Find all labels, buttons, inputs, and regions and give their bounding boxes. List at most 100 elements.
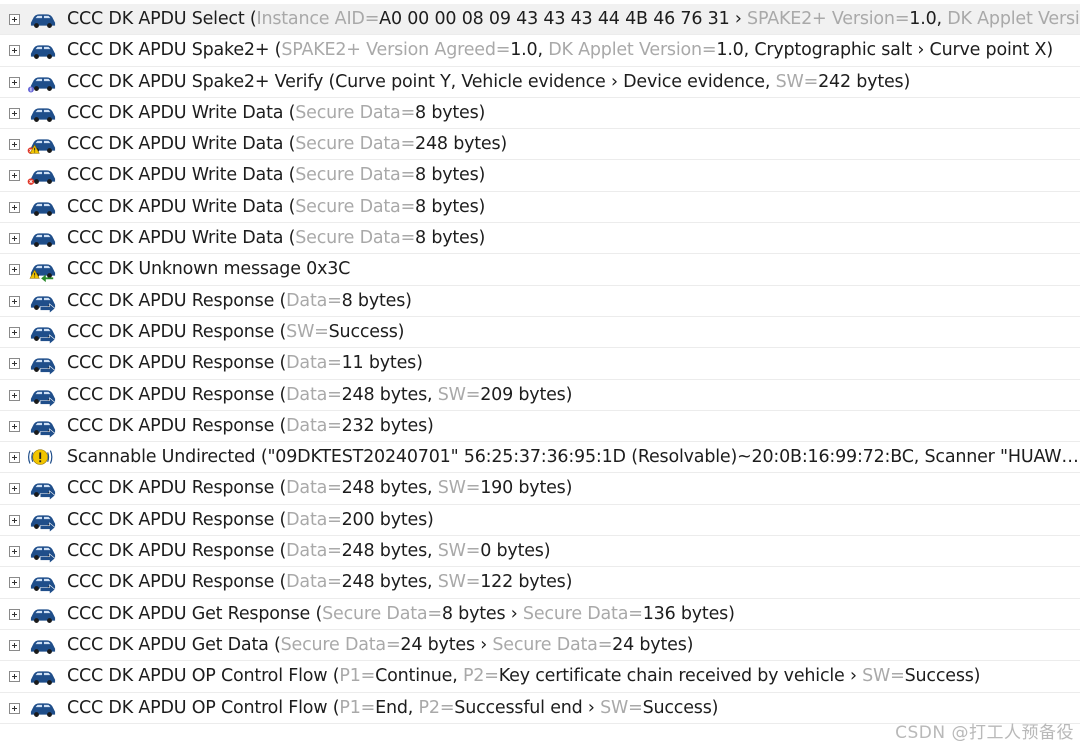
tree-row[interactable]: CCC DK APDU Response (Data=200 bytes) — [0, 505, 1080, 537]
tree-row[interactable]: CCC DK APDU Write Data (Secure Data=8 by… — [0, 98, 1080, 130]
field-label: = — [427, 603, 442, 624]
field-label: = — [360, 697, 376, 718]
field-text: 248 bytes, — [341, 572, 438, 593]
field-label: Secure Data — [295, 165, 401, 186]
field-label: DK Applet Version — [947, 9, 1080, 29]
field-text: 209 bytes) — [480, 384, 573, 405]
row-summary: CCC DK APDU Get Data (Secure Data=24 byt… — [67, 630, 693, 660]
field-label: = — [894, 9, 910, 29]
field-text: 8 bytes) — [415, 196, 486, 217]
field-text: 248 bytes) — [415, 134, 508, 155]
expand-icon[interactable] — [9, 170, 20, 182]
watermark: CSDN @打工人预备役 — [895, 723, 1074, 743]
car-response-icon — [26, 476, 60, 502]
car-icon — [26, 101, 60, 127]
field-text: CCC DK APDU OP Control Flow ( — [67, 666, 340, 687]
expand-icon[interactable] — [9, 702, 20, 714]
expand-icon[interactable] — [9, 608, 20, 620]
field-label: SW — [437, 572, 466, 593]
field-text: 248 bytes, — [341, 478, 438, 499]
expand-icon[interactable] — [9, 514, 20, 526]
tree-row[interactable]: CCC DK Unknown message 0x3C — [0, 254, 1080, 286]
field-text: CCC DK APDU Write Data ( — [67, 102, 296, 123]
tree-row[interactable]: CCC DK APDU Response (Data=248 bytes, SW… — [0, 380, 1080, 411]
field-label: Instance AID — [256, 9, 365, 29]
car-icon — [26, 38, 60, 64]
field-label: Secure Data — [295, 102, 401, 123]
tree-row[interactable]: CCC DK APDU Response (Data=248 bytes, SW… — [0, 567, 1080, 599]
field-text: Key certificate chain received by vehicl… — [498, 666, 863, 687]
car-error-warning-icon — [26, 132, 60, 158]
field-text: Scannable Undirected ("09DKTEST20240701"… — [67, 447, 1080, 468]
field-text: 200 bytes) — [341, 509, 434, 530]
tree-row[interactable]: CCC DK APDU Write Data (Secure Data=8 by… — [0, 192, 1080, 224]
tree-row[interactable]: CCC DK APDU Write Data (Secure Data=8 by… — [0, 223, 1080, 255]
field-label: Data — [286, 541, 328, 562]
expand-icon[interactable] — [9, 76, 20, 88]
expand-icon[interactable] — [9, 671, 20, 683]
car-icon — [26, 664, 60, 690]
tree-row[interactable]: Scannable Undirected ("09DKTEST20240701"… — [0, 442, 1080, 474]
expand-icon[interactable] — [9, 295, 20, 307]
row-summary: CCC DK APDU OP Control Flow (P1=End, P2=… — [67, 693, 718, 723]
field-label: = — [327, 572, 342, 593]
expand-icon[interactable] — [9, 420, 20, 432]
tree-row[interactable]: CCC DK APDU Get Response (Secure Data=8 … — [0, 599, 1080, 630]
tree-row[interactable]: CCC DK APDU Write Data (Secure Data=8 by… — [0, 160, 1080, 192]
car-icon — [26, 7, 60, 33]
field-text: Successful end › — [454, 697, 601, 718]
expand-icon[interactable] — [9, 14, 20, 25]
field-label: = — [465, 478, 481, 499]
expand-icon[interactable] — [9, 139, 20, 151]
field-text: CCC DK APDU Write Data ( — [67, 134, 296, 155]
tree-row[interactable]: CCC DK APDU OP Control Flow (P1=Continue… — [0, 661, 1080, 693]
expand-icon[interactable] — [9, 577, 20, 589]
field-label: = — [439, 697, 455, 718]
field-label: = — [597, 634, 613, 655]
tree-row[interactable]: CCC DK APDU Response (Data=11 bytes) — [0, 348, 1080, 380]
expand-icon[interactable] — [9, 358, 20, 370]
expand-icon[interactable] — [9, 233, 20, 245]
tree-row[interactable]: CCC DK APDU Response (Data=232 bytes) — [0, 411, 1080, 443]
tree-row[interactable]: CCC DK APDU Spake2+ Verify (Curve point … — [0, 67, 1080, 98]
field-text: Success) — [904, 666, 981, 687]
car-icon — [26, 633, 60, 659]
row-summary: CCC DK APDU Write Data (Secure Data=248 … — [67, 129, 508, 159]
field-text: CCC DK APDU Write Data ( — [67, 196, 296, 217]
car-icon — [26, 696, 60, 722]
expand-icon[interactable] — [9, 326, 20, 338]
field-text: CCC DK APDU Get Data ( — [67, 634, 281, 655]
expand-icon[interactable] — [9, 264, 20, 276]
tree-row[interactable]: CCC DK APDU Response (Data=8 bytes) — [0, 286, 1080, 317]
row-summary: CCC DK APDU Response (Data=248 bytes, SW… — [67, 473, 572, 503]
tree-row[interactable]: CCC DK APDU Write Data (Secure Data=248 … — [0, 129, 1080, 161]
field-text: CCC DK APDU Get Response ( — [67, 603, 323, 624]
tree-row[interactable]: CCC DK APDU Response (Data=248 bytes, SW… — [0, 473, 1080, 505]
expand-icon[interactable] — [9, 546, 20, 558]
expand-icon[interactable] — [9, 107, 20, 119]
tree-row[interactable]: CCC DK APDU Get Data (Secure Data=24 byt… — [0, 630, 1080, 662]
row-summary: CCC DK APDU Write Data (Secure Data=8 by… — [67, 223, 485, 253]
tree-row[interactable]: CCC DK APDU Select (Instance AID=A0 00 0… — [0, 4, 1080, 36]
field-text: CCC DK Unknown message 0x3C — [67, 259, 351, 280]
expand-icon[interactable] — [9, 45, 20, 57]
expand-icon[interactable] — [9, 201, 20, 213]
expand-icon[interactable] — [9, 452, 20, 464]
field-text: CCC DK APDU Response ( — [67, 353, 287, 374]
tree-row[interactable]: CCC DK APDU Response (SW=Success) — [0, 317, 1080, 349]
car-error-icon — [26, 163, 60, 189]
field-label: = — [400, 228, 416, 249]
expand-icon[interactable] — [9, 639, 20, 651]
field-label: = — [314, 321, 329, 342]
expand-icon[interactable] — [9, 389, 20, 401]
row-summary: CCC DK APDU Spake2+ Verify (Curve point … — [67, 67, 910, 97]
field-label: Data — [286, 509, 328, 530]
expand-icon[interactable] — [9, 483, 20, 495]
field-text: 0 bytes) — [480, 541, 551, 562]
tree-row[interactable]: CCC DK APDU Spake2+ (SPAKE2+ Version Agr… — [0, 35, 1080, 67]
tree-row[interactable]: CCC DK APDU Response (Data=248 bytes, SW… — [0, 536, 1080, 568]
field-text: CCC DK APDU OP Control Flow ( — [67, 697, 340, 718]
field-text: Continue, — [375, 666, 463, 687]
field-label: Secure Data — [492, 634, 598, 655]
field-text: CCC DK APDU Spake2+ Verify (Curve point … — [67, 71, 776, 92]
